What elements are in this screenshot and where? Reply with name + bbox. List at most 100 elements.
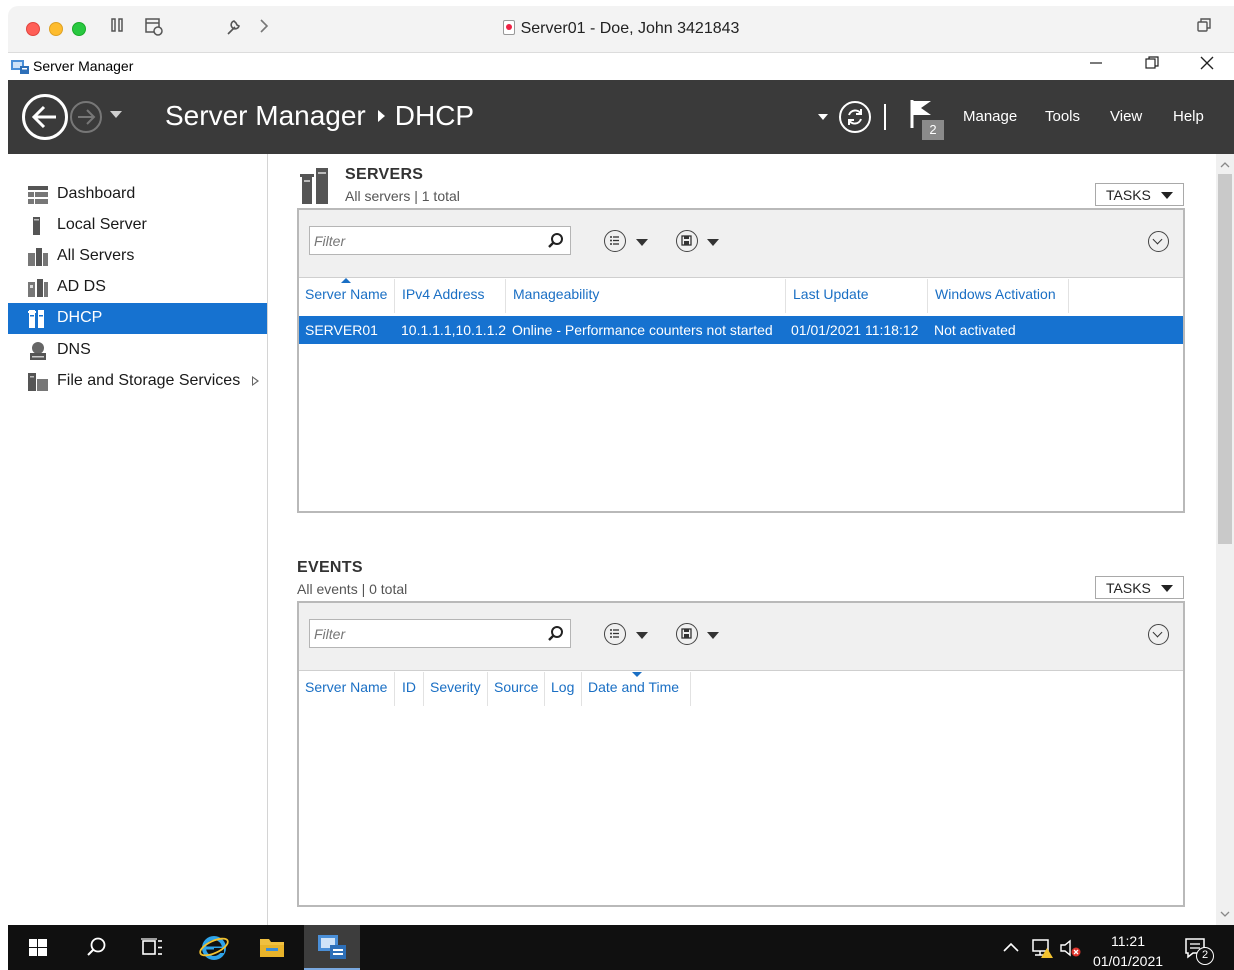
column-log[interactable]: Log: [545, 672, 582, 706]
task-view-button[interactable]: [124, 925, 180, 970]
sidebar-item-dhcp[interactable]: DHCP: [8, 303, 267, 334]
forward-button[interactable]: [70, 101, 102, 133]
events-subtitle: All events | 0 total: [297, 581, 408, 597]
refresh-button[interactable]: [839, 101, 871, 133]
clock[interactable]: 11:21 01/01/2021: [1090, 931, 1166, 970]
start-button[interactable]: [10, 925, 66, 970]
tasks-label: TASKS: [1106, 580, 1151, 596]
sidebar-item-label: All Servers: [57, 247, 135, 264]
app-header: Server Manager DHCP 2 Manage Tools View H…: [8, 80, 1234, 154]
server-manager-icon: [11, 60, 29, 74]
list-options-icon: [610, 236, 619, 245]
events-toolbar: [299, 603, 1183, 671]
internet-explorer-button[interactable]: [186, 925, 242, 970]
servers-filter-input[interactable]: [310, 227, 542, 254]
column-source[interactable]: Source: [488, 672, 545, 706]
file-explorer-button[interactable]: [244, 925, 300, 970]
show-hidden-icons-icon[interactable]: [1002, 940, 1020, 954]
events-title: EVENTS: [297, 559, 363, 576]
view-options-button[interactable]: [604, 623, 626, 645]
cell-activation: Not activated: [934, 322, 1016, 338]
menu-tools[interactable]: Tools: [1045, 108, 1080, 125]
events-filter-input[interactable]: [310, 620, 542, 647]
expand-collapse-icon[interactable]: [1148, 624, 1169, 645]
sidebar-item-label: Local Server: [57, 216, 147, 233]
search-icon[interactable]: [546, 624, 566, 644]
caret-down-icon: [1161, 585, 1173, 592]
events-filter: [309, 619, 571, 648]
table-row[interactable]: SERVER01 10.1.1.1,10.1.1.2 Online - Perf…: [299, 316, 1183, 344]
scroll-thumb[interactable]: [1218, 174, 1232, 544]
breadcrumb-root[interactable]: Server Manager: [165, 100, 366, 131]
action-center-count-badge: 2: [1196, 947, 1214, 965]
submenu-arrow-icon[interactable]: [252, 376, 259, 386]
caret-down-icon: [1161, 192, 1173, 199]
sidebar-item-dashboard[interactable]: Dashboard: [8, 179, 267, 210]
windows-logo-icon: [29, 939, 47, 956]
view-options-dropdown-icon[interactable]: [636, 239, 648, 246]
sidebar-item-file-storage[interactable]: File and Storage Services: [8, 366, 267, 397]
save-query-button[interactable]: [676, 623, 698, 645]
menu-help[interactable]: Help: [1173, 108, 1204, 125]
view-options-dropdown-icon[interactable]: [636, 632, 648, 639]
taskbar-search-button[interactable]: [68, 925, 124, 970]
scroll-down-icon[interactable]: [1220, 909, 1230, 919]
network-warning-icon[interactable]: [1030, 937, 1054, 959]
header-dropdown-icon[interactable]: [818, 114, 828, 120]
save-icon: [681, 235, 692, 246]
ad-ds-icon: [28, 279, 48, 297]
column-ipv4-address[interactable]: IPv4 Address: [396, 279, 506, 313]
column-server-name[interactable]: Server Name: [299, 278, 395, 313]
save-query-dropdown-icon[interactable]: [707, 632, 719, 639]
tasks-label: TASKS: [1106, 187, 1151, 203]
main-scrollbar[interactable]: [1216, 154, 1234, 925]
search-icon[interactable]: [546, 231, 566, 251]
cell-last-update: 01/01/2021 11:18:12: [791, 322, 919, 338]
servers-toolbar: [299, 210, 1183, 278]
cell-manageability: Online - Performance counters not starte…: [512, 322, 773, 338]
clock-time: 11:21: [1111, 933, 1145, 949]
server-manager-icon: [318, 935, 346, 959]
volume-muted-icon[interactable]: [1058, 937, 1082, 959]
minimize-button[interactable]: [1074, 54, 1118, 78]
column-manageability[interactable]: Manageability: [507, 279, 786, 313]
arrow-left-icon: [31, 105, 56, 129]
column-id[interactable]: ID: [396, 672, 424, 706]
server-manager-taskbar-button[interactable]: [304, 925, 360, 970]
host-window-title: Server01 - Doe, John 3421843: [8, 20, 1234, 38]
column-windows-activation[interactable]: Windows Activation: [929, 279, 1069, 313]
back-button[interactable]: [22, 94, 68, 140]
expand-collapse-icon[interactable]: [1148, 231, 1169, 252]
column-date-time[interactable]: Date and Time: [582, 672, 691, 706]
servers-subtitle: All servers | 1 total: [345, 188, 460, 204]
sidebar-item-label: DNS: [57, 341, 91, 358]
servers-panel: Server Name IPv4 Address Manageability L…: [297, 208, 1185, 513]
sidebar-item-dns[interactable]: DNS: [8, 335, 267, 366]
refresh-icon: [848, 109, 862, 125]
column-last-update[interactable]: Last Update: [787, 279, 928, 313]
menu-view[interactable]: View: [1110, 108, 1142, 125]
column-server-name[interactable]: Server Name: [299, 672, 395, 706]
clock-date: 01/01/2021: [1092, 953, 1164, 969]
history-dropdown-icon[interactable]: [110, 111, 122, 118]
sidebar-item-label: DHCP: [57, 309, 103, 326]
close-button[interactable]: [1185, 54, 1229, 78]
view-options-button[interactable]: [604, 230, 626, 252]
restore-button[interactable]: [1130, 54, 1174, 78]
cell-ipv4: 10.1.1.1,10.1.1.2: [401, 322, 507, 338]
save-query-button[interactable]: [676, 230, 698, 252]
events-tasks-button[interactable]: TASKS: [1095, 576, 1184, 599]
sidebar: Dashboard Local Server All Servers AD DS…: [8, 154, 268, 925]
sidebar-item-all-servers[interactable]: All Servers: [8, 241, 267, 272]
save-query-dropdown-icon[interactable]: [707, 239, 719, 246]
app-titlebar: Server Manager: [8, 53, 1234, 80]
sidebar-item-ad-ds[interactable]: AD DS: [8, 272, 267, 303]
servers-tasks-button[interactable]: TASKS: [1095, 183, 1184, 206]
column-severity[interactable]: Severity: [424, 672, 488, 706]
restore-host-icon[interactable]: [1196, 17, 1212, 38]
scroll-up-icon[interactable]: [1220, 160, 1230, 170]
dns-icon: [30, 342, 46, 360]
menu-manage[interactable]: Manage: [963, 108, 1017, 125]
save-icon: [681, 628, 692, 639]
sidebar-item-local-server[interactable]: Local Server: [8, 210, 267, 241]
